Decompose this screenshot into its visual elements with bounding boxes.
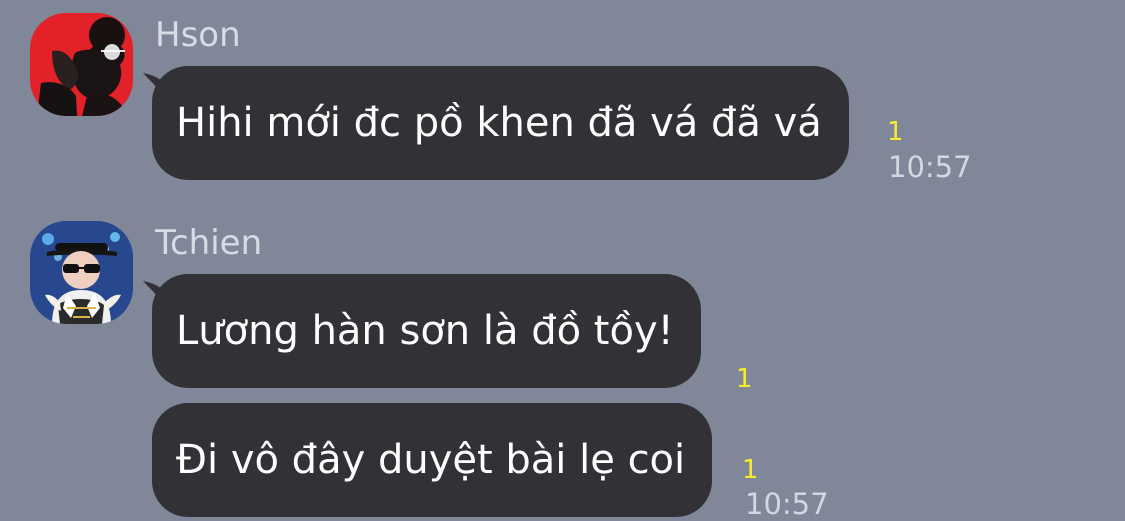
message-time-hson: 10:57 [888,150,972,184]
message-read-count-hson: 1 [887,117,904,147]
hson-avatar[interactable] [30,13,133,116]
message-time-tchien-2: 10:57 [745,487,829,521]
message-read-count-tchien-2: 1 [742,455,759,485]
sender-name-tchien: Tchien [155,223,263,263]
message-bubble-tchien-1[interactable]: Lương hàn sơn là đồ tồy! [152,274,701,388]
message-text-hson: Hihi mới đc pồ khen đã vá đã vá [176,100,822,146]
message-text-tchien-2: Đi vô đây duyệt bài lẹ coi [176,437,686,483]
message-text-tchien-1: Lương hàn sơn là đồ tồy! [176,308,674,354]
message-bubble-tchien-2[interactable]: Đi vô đây duyệt bài lẹ coi [152,403,713,517]
message-read-count-tchien-1: 1 [736,364,753,394]
tchien-avatar[interactable] [30,221,133,324]
sender-name-hson: Hson [155,15,241,55]
tchien-avatar-image [30,221,133,324]
message-bubble-hson[interactable]: Hihi mới đc pồ khen đã vá đã vá [152,66,849,180]
hson-avatar-image [30,13,133,116]
